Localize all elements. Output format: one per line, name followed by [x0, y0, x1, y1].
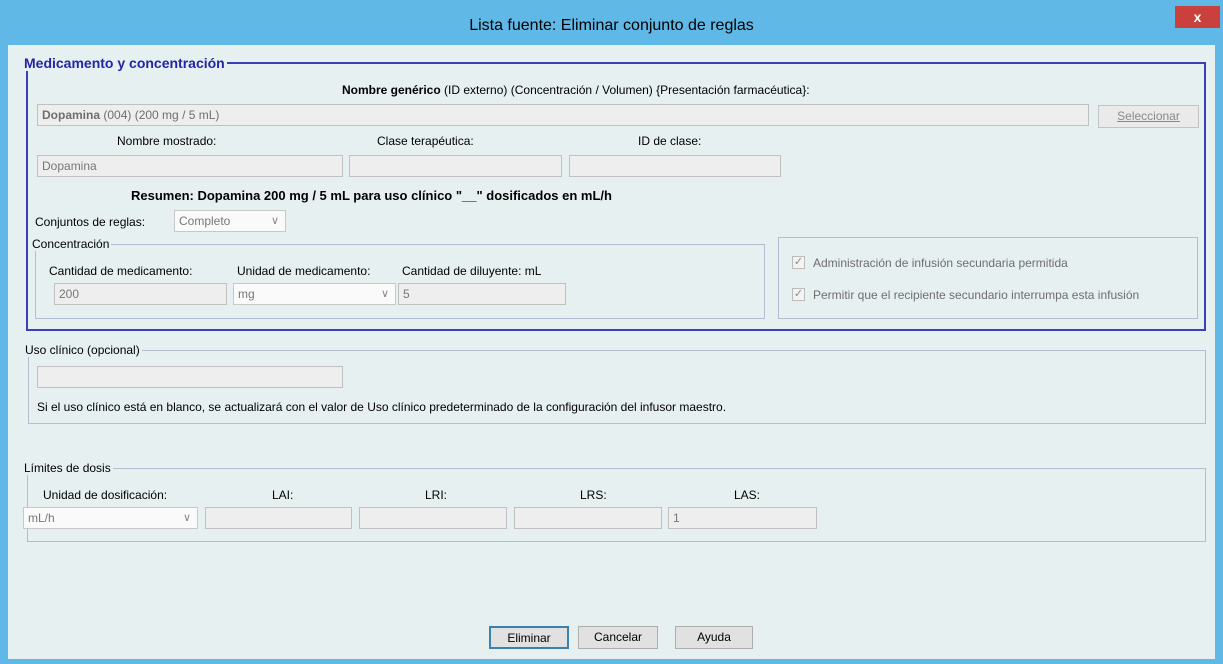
dialog-window: Lista fuente: Eliminar conjunto de regla…	[0, 0, 1223, 664]
lai-label: LAI:	[272, 488, 294, 502]
dialog-body: Medicamento y concentración Nombre genér…	[8, 45, 1215, 659]
cancel-button[interactable]: Cancelar	[578, 626, 658, 649]
generic-name-field[interactable]: Dopamina (004) (200 mg / 5 mL)	[37, 104, 1089, 126]
chevron-down-icon: ∨	[380, 288, 389, 300]
las-field[interactable]: 1	[668, 507, 817, 529]
chevron-down-icon: ∨	[182, 512, 191, 524]
display-name-field[interactable]: Dopamina	[37, 155, 343, 177]
drug-amount-label: Cantidad de medicamento:	[49, 264, 193, 278]
close-button[interactable]: x	[1175, 6, 1220, 28]
drug-amount-field[interactable]: 200	[54, 283, 227, 305]
summary-text: Resumen: Dopamina 200 mg / 5 mL para uso…	[131, 188, 612, 203]
lai-field[interactable]	[205, 507, 352, 529]
medication-concentration-legend: Medicamento y concentración	[24, 55, 225, 71]
generic-name-header-rest: (ID externo) (Concentración / Volumen) {…	[444, 83, 810, 97]
drug-name: Dopamina	[42, 108, 101, 122]
dosing-unit-dropdown[interactable]: mL/h ∨	[23, 507, 198, 529]
las-label: LAS:	[734, 488, 761, 502]
window-title: Lista fuente: Eliminar conjunto de regla…	[469, 17, 754, 34]
delete-button[interactable]: Eliminar	[489, 626, 569, 649]
chevron-down-icon: ∨	[270, 215, 279, 227]
dosing-unit-label: Unidad de dosificación:	[43, 488, 168, 502]
drug-details: (004) (200 mg / 5 mL)	[103, 108, 220, 122]
help-button-label: Ayuda	[697, 630, 731, 644]
display-name-label: Nombre mostrado:	[117, 134, 217, 148]
class-id-field[interactable]	[569, 155, 781, 177]
lri-field[interactable]	[359, 507, 507, 529]
therapeutic-class-label: Clase terapéutica:	[377, 134, 474, 148]
concentration-legend: Concentración	[32, 237, 110, 251]
lri-label: LRI:	[425, 488, 448, 502]
rule-sets-dropdown[interactable]: Completo ∨	[174, 210, 286, 232]
check-icon: ✓	[793, 288, 804, 300]
allow-interrupt-label: Permitir que el recipiente secundario in…	[813, 288, 1140, 302]
drug-unit-label: Unidad de medicamento:	[237, 264, 371, 278]
dose-limits-group: Límites de dosis	[24, 461, 1206, 542]
drug-unit-value: mg	[238, 287, 255, 301]
therapeutic-class-field[interactable]	[349, 155, 562, 177]
select-button[interactable]: Seleccionar	[1098, 105, 1199, 128]
lrs-field[interactable]	[514, 507, 662, 529]
clinical-use-note: Si el uso clínico está en blanco, se act…	[37, 400, 727, 414]
lrs-label: LRS:	[580, 488, 607, 502]
title-bar[interactable]: Lista fuente: Eliminar conjunto de regla…	[0, 0, 1223, 44]
rule-sets-value: Completo	[179, 214, 231, 228]
dose-limits-legend: Límites de dosis	[24, 461, 111, 475]
cancel-button-label: Cancelar	[593, 630, 643, 644]
dosing-unit-value: mL/h	[28, 511, 55, 525]
rule-sets-label: Conjuntos de reglas:	[35, 215, 146, 229]
diluent-amount-label: Cantidad de diluyente: mL	[402, 264, 542, 278]
check-icon: ✓	[793, 256, 804, 268]
allow-interrupt-checkbox[interactable]: ✓	[792, 288, 805, 301]
allow-secondary-label: Administración de infusión secundaria pe…	[813, 256, 1068, 270]
allow-secondary-checkbox[interactable]: ✓	[792, 256, 805, 269]
secondary-infusion-group	[778, 237, 1198, 319]
generic-name-header: Nombre genérico (ID externo) (Concentrac…	[342, 83, 810, 97]
delete-button-label: Eliminar	[507, 631, 551, 645]
help-button[interactable]: Ayuda	[675, 626, 753, 649]
select-button-label: Seleccionar	[1117, 109, 1180, 123]
concentration-group: Concentración	[32, 237, 765, 319]
clinical-use-legend: Uso clínico (opcional)	[25, 343, 140, 357]
diluent-amount-field[interactable]: 5	[398, 283, 566, 305]
class-id-label: ID de clase:	[638, 134, 702, 148]
drug-unit-dropdown[interactable]: mg ∨	[233, 283, 396, 305]
generic-name-header-bold: Nombre genérico	[342, 83, 441, 97]
clinical-use-field[interactable]	[37, 366, 343, 388]
